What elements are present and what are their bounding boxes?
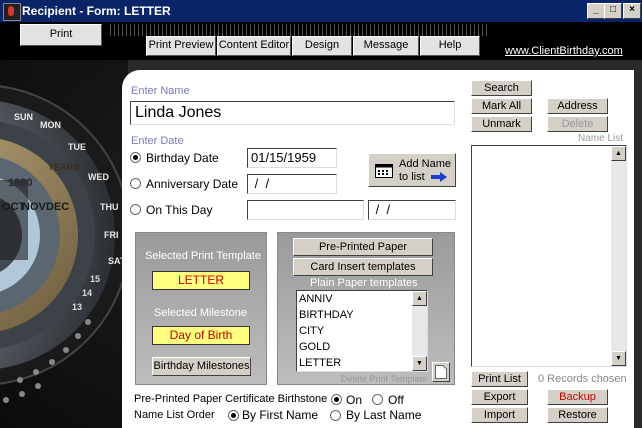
birthstone-on-label: On bbox=[346, 393, 363, 407]
birthstone-on-radio[interactable] bbox=[331, 394, 342, 405]
dial-month-nov: NOV bbox=[22, 201, 47, 213]
template-item[interactable]: LETTER bbox=[297, 355, 427, 371]
maximize-button[interactable]: □ bbox=[604, 3, 622, 19]
dial-number-13: 13 bbox=[72, 302, 82, 312]
backup-button[interactable]: Backup bbox=[547, 389, 608, 405]
scroll-up-arrow-icon[interactable]: ▲ bbox=[611, 146, 626, 161]
birthstone-label: Pre-Printed Paper Certificate Birthstone bbox=[134, 393, 328, 405]
delete-template-button[interactable] bbox=[432, 362, 450, 382]
print-preview-button[interactable]: Print Preview bbox=[146, 36, 216, 56]
unmark-button[interactable]: Unmark bbox=[471, 116, 532, 132]
name-list-order-label: Name List Order bbox=[134, 409, 215, 421]
template-item[interactable]: CITY bbox=[297, 323, 427, 339]
by-first-name-label: By First Name bbox=[242, 408, 319, 422]
arrow-right-icon bbox=[431, 172, 447, 182]
app-icon bbox=[3, 3, 21, 21]
document-icon bbox=[435, 365, 447, 379]
plain-paper-templates-label: Plain Paper templates bbox=[310, 277, 418, 289]
by-last-name-label: By Last Name bbox=[346, 408, 422, 422]
dial-day-mon: MON bbox=[40, 120, 61, 130]
dial-number-14: 14 bbox=[82, 288, 92, 298]
template-item[interactable]: ANNIV bbox=[297, 291, 427, 307]
template-list[interactable]: ANNIV BIRTHDAY CITY GOLD LETTER ▲ ▼ bbox=[296, 290, 428, 372]
card-insert-templates-button[interactable]: Card Insert templates bbox=[293, 258, 433, 276]
address-button[interactable]: Address bbox=[547, 98, 608, 114]
birthstone-off-radio[interactable] bbox=[372, 394, 383, 405]
dial-day-sun: SUN bbox=[14, 112, 33, 122]
window-title: Recipient - Form: LETTER bbox=[22, 4, 171, 18]
dial-years-label: YEARS bbox=[48, 162, 79, 172]
records-chosen-text: 0 Records chosen bbox=[538, 373, 627, 385]
name-list-scrollbar[interactable]: ▲ ▼ bbox=[611, 146, 626, 366]
name-input[interactable]: Linda Jones bbox=[130, 101, 455, 125]
message-button[interactable]: Message bbox=[353, 36, 419, 56]
scroll-up-arrow-icon[interactable]: ▲ bbox=[412, 291, 427, 306]
delete-print-template-label: Delete Print Template bbox=[341, 374, 427, 384]
template-item[interactable]: GOLD bbox=[297, 339, 427, 355]
template-item[interactable]: BIRTHDAY bbox=[297, 307, 427, 323]
dial-month-dec: DEC bbox=[46, 201, 69, 213]
export-button[interactable]: Export bbox=[471, 389, 528, 405]
print-list-button[interactable]: Print List bbox=[471, 371, 528, 387]
import-button[interactable]: Import bbox=[471, 407, 528, 423]
mark-all-button[interactable]: Mark All bbox=[471, 98, 532, 114]
decorative-grille bbox=[110, 24, 490, 36]
birthstone-off-label: Off bbox=[388, 393, 404, 407]
preprinted-templates-button[interactable]: Pre-Printed Paper templates bbox=[293, 238, 433, 269]
restore-button[interactable]: Restore bbox=[547, 407, 608, 423]
on-this-day-radio[interactable] bbox=[130, 204, 141, 215]
birthday-radio[interactable] bbox=[130, 152, 141, 163]
enter-date-label: Enter Date bbox=[131, 135, 184, 147]
delete-button[interactable]: Delete bbox=[547, 116, 608, 132]
enter-name-label: Enter Name bbox=[131, 85, 190, 97]
dial-number-15: 15 bbox=[90, 274, 100, 284]
calendar-icon bbox=[375, 164, 393, 178]
anniversary-label: Anniversary Date bbox=[146, 177, 239, 191]
design-button[interactable]: Design bbox=[292, 36, 352, 56]
calendar-dial-graphic: SUN MON TUE WED THU FRI SAT OCT NOV DEC … bbox=[0, 85, 128, 403]
birthday-milestones-button[interactable]: Birthday Milestones bbox=[152, 357, 251, 376]
selected-milestone-label: Selected Milestone bbox=[154, 307, 247, 319]
dial-day-wed: WED bbox=[88, 172, 109, 182]
on-this-day-text-field[interactable] bbox=[247, 200, 364, 220]
search-button[interactable]: Search bbox=[471, 80, 532, 96]
on-this-day-date-field[interactable]: / / bbox=[368, 200, 456, 220]
selected-template-label: Selected Print Template bbox=[145, 250, 261, 262]
add-name-button[interactable]: Add Name to list bbox=[368, 153, 456, 187]
title-bar: Recipient - Form: LETTER _ □ × bbox=[0, 0, 642, 22]
print-button[interactable]: Print bbox=[20, 24, 102, 46]
dial-year: 1880 bbox=[8, 177, 32, 189]
birthday-label: Birthday Date bbox=[146, 151, 219, 165]
name-list[interactable]: ▲ ▼ bbox=[471, 145, 627, 367]
birthday-date-field[interactable]: 01/15/1959 bbox=[247, 148, 337, 168]
content-editor-button[interactable]: Content Editor bbox=[217, 36, 291, 56]
dial-day-tue: TUE bbox=[68, 142, 86, 152]
template-list-scrollbar[interactable]: ▲ ▼ bbox=[412, 291, 427, 371]
anniversary-radio[interactable] bbox=[130, 178, 141, 189]
help-button[interactable]: Help bbox=[420, 36, 480, 56]
scroll-down-arrow-icon[interactable]: ▼ bbox=[611, 351, 626, 366]
name-list-label: Name List bbox=[578, 133, 624, 144]
on-this-day-label: On This Day bbox=[146, 203, 213, 217]
add-name-line1: Add Name bbox=[399, 158, 451, 170]
scroll-down-arrow-icon[interactable]: ▼ bbox=[412, 356, 427, 371]
dial-day-fri: FRI bbox=[104, 230, 119, 240]
toolbar-strip: Print Print Preview Content Editor Desig… bbox=[0, 22, 642, 60]
add-name-line2: to list bbox=[399, 171, 425, 183]
dial-day-thu: THU bbox=[100, 202, 119, 212]
by-first-name-radio[interactable] bbox=[228, 410, 239, 421]
minimize-button[interactable]: _ bbox=[587, 3, 605, 19]
selected-milestone-value: Day of Birth bbox=[152, 326, 250, 345]
by-last-name-radio[interactable] bbox=[330, 410, 341, 421]
decorative-dial-panel: SUN MON TUE WED THU FRI SAT OCT NOV DEC … bbox=[0, 60, 128, 428]
selected-template-value: LETTER bbox=[152, 271, 250, 290]
close-button[interactable]: × bbox=[623, 3, 641, 19]
website-link[interactable]: www.ClientBirthday.com bbox=[505, 45, 623, 57]
anniversary-date-field[interactable]: / / bbox=[247, 174, 337, 194]
